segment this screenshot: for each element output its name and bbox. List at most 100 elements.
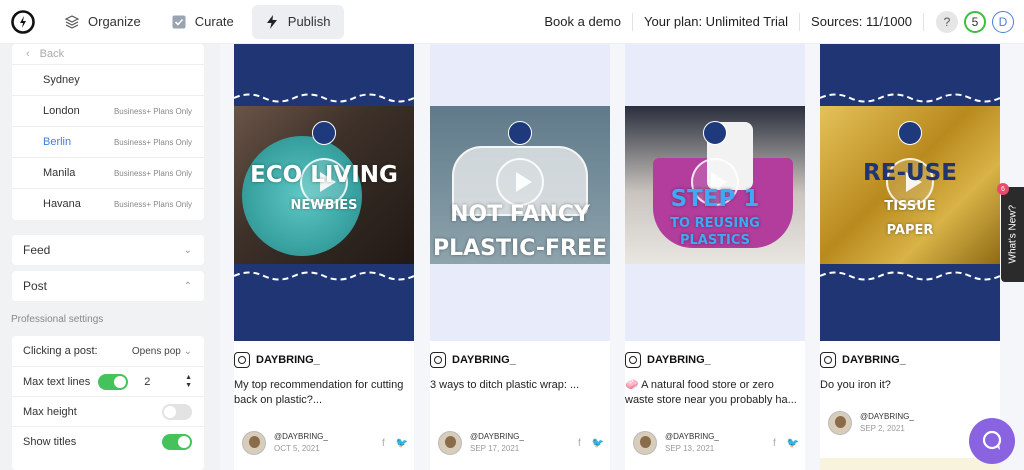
- post-thumbnail[interactable]: NOT FANCY PLASTIC-FREE: [430, 44, 610, 341]
- layout-option-havana[interactable]: Havana Business+ Plans Only: [12, 188, 204, 219]
- show-titles-toggle[interactable]: [162, 433, 192, 450]
- feed-accordion[interactable]: Feed ⌄: [12, 235, 204, 265]
- clicking-post-label: Clicking a post:: [23, 345, 98, 357]
- back-label: Back: [39, 48, 65, 60]
- wave-decoration: [820, 93, 1000, 103]
- lightning-icon: [264, 14, 280, 30]
- post-caption: My top recommendation for cutting back o…: [234, 379, 404, 406]
- layout-picker-panel: ‹ Back Sydney London Business+ Plans Onl…: [12, 44, 204, 220]
- author-avatar: [828, 411, 852, 435]
- post-settings-panel: Clicking a post: Opens pop ⌄ Max text li…: [12, 336, 204, 470]
- overlay-title: NOT FANCY: [450, 202, 590, 227]
- overlay-subtitle: NEWBIES: [290, 198, 358, 213]
- brand-badge: [312, 121, 336, 145]
- handle-label: DAYBRING_: [256, 354, 320, 366]
- book-demo-link[interactable]: Book a demo: [533, 12, 633, 31]
- post-date: SEP 13, 2021: [665, 444, 715, 453]
- sidebar: ‹ Back Sydney London Business+ Plans Onl…: [0, 44, 220, 470]
- instagram-handle[interactable]: DAYBRING_: [625, 352, 805, 368]
- share-icons[interactable]: f 🐦: [773, 438, 803, 449]
- play-button[interactable]: [496, 158, 544, 206]
- handle-label: DAYBRING_: [842, 354, 906, 366]
- brand-badge: [508, 121, 532, 145]
- stepper-arrows-icon[interactable]: ▲ ▼: [185, 374, 192, 390]
- tab-publish[interactable]: Publish: [251, 4, 345, 39]
- plan-link[interactable]: Your plan: Unlimited Trial: [633, 12, 801, 31]
- layout-option-sydney[interactable]: Sydney: [12, 64, 204, 95]
- clicking-post-select[interactable]: Opens pop ⌄: [132, 346, 192, 357]
- overlay-subtitle: TISSUE: [884, 199, 936, 214]
- post-thumbnail[interactable]: STEP 1 TO REUSING PLASTICS: [625, 44, 805, 341]
- post-card[interactable]: RE-USE TISSUE PAPER DAYBRING_ Do you iro…: [820, 44, 1000, 470]
- whats-new-count-badge: 6: [997, 183, 1009, 195]
- handle-label: DAYBRING_: [647, 354, 711, 366]
- post-date: SEP 17, 2021: [470, 444, 520, 453]
- share-icons[interactable]: f 🐦: [382, 438, 412, 449]
- author-avatar: [633, 431, 657, 455]
- back-link[interactable]: ‹ Back: [12, 44, 204, 64]
- max-text-lines-row: Max text lines 2 ▲ ▼: [12, 366, 204, 396]
- user-avatar[interactable]: D: [992, 10, 1014, 33]
- top-right-area: Book a demo Your plan: Unlimited Trial S…: [533, 10, 1024, 33]
- max-height-toggle[interactable]: [162, 403, 192, 420]
- plan-restriction-tag: Business+ Plans Only: [113, 137, 192, 147]
- layout-option-label: Sydney: [43, 74, 80, 86]
- plan-restriction-tag: Business+ Plans Only: [113, 106, 192, 116]
- app-logo-icon[interactable]: [10, 9, 36, 35]
- post-card[interactable]: NOT FANCY PLASTIC-FREE DAYBRING_ 3 ways …: [430, 44, 610, 470]
- brand-badge: [703, 121, 727, 145]
- overlay-title: RE-USE: [863, 160, 957, 186]
- share-icons[interactable]: f 🐦: [578, 438, 608, 449]
- chevron-down-icon: ⌄: [183, 244, 192, 256]
- plan-restriction-tag: Business+ Plans Only: [113, 199, 192, 209]
- next-post-card-peek: [820, 458, 1000, 470]
- clicking-post-value: Opens pop: [131, 345, 181, 357]
- author-row: @DAYBRING_ SEP 13, 2021 f 🐦: [633, 428, 803, 458]
- notification-count-badge[interactable]: 5: [964, 10, 986, 33]
- feed-preview: ECO LIVING NEWBIES DAYBRING_ My top reco…: [220, 44, 1024, 470]
- author-avatar: [242, 431, 266, 455]
- tab-organize-label: Organize: [88, 14, 141, 29]
- instagram-handle[interactable]: DAYBRING_: [430, 352, 610, 368]
- author-row: @DAYBRING_ OCT 5, 2021 f 🐦: [242, 428, 412, 458]
- post-date: SEP 2, 2021: [860, 424, 905, 433]
- instagram-handle[interactable]: DAYBRING_: [234, 352, 414, 368]
- tab-curate[interactable]: Curate: [159, 5, 248, 39]
- post-thumbnail[interactable]: ECO LIVING NEWBIES: [234, 44, 414, 341]
- post-thumbnail[interactable]: RE-USE TISSUE PAPER: [820, 44, 1000, 341]
- post-accordion[interactable]: Post ⌃: [12, 271, 204, 301]
- post-card[interactable]: STEP 1 TO REUSING PLASTICS DAYBRING_ 🧼 A…: [625, 44, 805, 470]
- wave-decoration: [234, 271, 414, 281]
- help-icon[interactable]: ?: [936, 10, 958, 33]
- tab-curate-label: Curate: [194, 14, 234, 29]
- chevron-down-icon: ⌄: [183, 345, 192, 357]
- max-text-lines-value[interactable]: 2: [144, 376, 150, 388]
- layout-option-label: Havana: [43, 198, 81, 210]
- tab-organize[interactable]: Organize: [52, 5, 155, 39]
- top-bar: Organize Curate Publish Book a demo Your…: [0, 0, 1024, 44]
- overlay-title: ECO LIVING: [250, 162, 398, 188]
- overlay-subtitle-2: PAPER: [886, 223, 934, 238]
- author-name: @DAYBRING_: [665, 432, 719, 441]
- chat-button[interactable]: [969, 418, 1015, 464]
- wave-decoration: [820, 271, 1000, 281]
- max-text-lines-toggle[interactable]: [98, 373, 129, 390]
- layout-option-label: London: [43, 105, 80, 117]
- layout-option-manila[interactable]: Manila Business+ Plans Only: [12, 157, 204, 188]
- layout-option-berlin[interactable]: Berlin Business+ Plans Only: [12, 126, 204, 157]
- chevron-left-icon: ‹: [26, 48, 30, 60]
- sources-link[interactable]: Sources: 11/1000: [800, 12, 924, 31]
- max-height-label: Max height: [23, 405, 77, 418]
- post-date: OCT 5, 2021: [274, 444, 320, 453]
- max-height-row: Max height: [12, 396, 204, 426]
- instagram-handle[interactable]: DAYBRING_: [820, 352, 1000, 368]
- post-card[interactable]: ECO LIVING NEWBIES DAYBRING_ My top reco…: [234, 44, 414, 470]
- author-avatar: [438, 431, 462, 455]
- show-titles-row: Show titles: [12, 426, 204, 456]
- brand-badge: [898, 121, 922, 145]
- post-accordion-label: Post: [23, 279, 48, 293]
- overlay-subtitle: PLASTIC-FREE: [432, 236, 607, 261]
- layout-option-london[interactable]: London Business+ Plans Only: [12, 95, 204, 126]
- instagram-icon: [430, 352, 446, 368]
- whats-new-tab[interactable]: What's New?: [1001, 187, 1024, 282]
